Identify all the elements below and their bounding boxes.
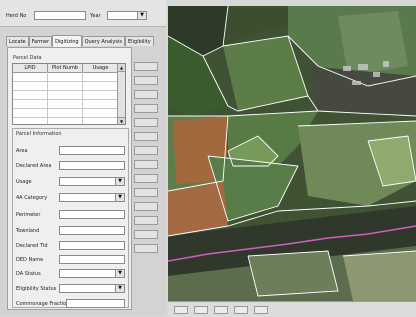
perimeter-field[interactable] <box>59 210 125 219</box>
townland-label: Townland <box>16 228 40 234</box>
chevron-down-icon[interactable]: ▼ <box>115 194 124 201</box>
chevron-down-icon[interactable]: ▼ <box>115 285 124 292</box>
column-header-lpid[interactable]: LPID <box>13 64 48 72</box>
column-header-usage[interactable]: Usage <box>83 64 119 72</box>
map-view[interactable] <box>168 6 416 301</box>
table-cell[interactable] <box>48 90 83 99</box>
left-panel: Herd No Year ▼ Locate Farmer Digitizing … <box>0 0 166 316</box>
declared-area-field[interactable] <box>59 161 125 170</box>
tool-button[interactable] <box>134 118 158 127</box>
table-cell[interactable] <box>83 99 119 108</box>
map-toolbar <box>168 301 416 317</box>
table-cell[interactable] <box>48 99 83 108</box>
table-cell[interactable] <box>83 117 119 124</box>
4a-category-label: 4A Category <box>16 195 48 201</box>
usage-label: Usage <box>16 179 32 185</box>
table-cell[interactable] <box>48 81 83 90</box>
year-select[interactable]: ▼ <box>107 11 147 20</box>
table-cell[interactable] <box>83 81 119 90</box>
tool-button[interactable] <box>134 188 158 197</box>
da-status-label: DA Status <box>16 271 41 277</box>
tool-button[interactable] <box>134 160 158 169</box>
tool-button[interactable] <box>134 146 158 155</box>
ded-name-label: DED Name <box>16 257 44 263</box>
table-cell[interactable] <box>13 72 48 81</box>
commonage-fraction-label: Commonage Fraction <box>16 301 70 307</box>
parcel-data-title: Parcel Data <box>13 55 42 61</box>
tab-farmer[interactable]: Farmer <box>28 36 53 46</box>
townland-field[interactable] <box>59 226 125 235</box>
identify-button[interactable] <box>254 306 268 314</box>
table-cell[interactable] <box>83 90 119 99</box>
table-cell[interactable] <box>48 108 83 117</box>
table-cell[interactable] <box>13 108 48 117</box>
eligibility-status-label: Eligibility Status <box>16 286 57 292</box>
table-cell[interactable] <box>13 81 48 90</box>
zoom-in-button[interactable] <box>174 306 188 314</box>
tab-eligibility[interactable]: Eligibility <box>124 36 154 46</box>
tab-bar: Locate Farmer Digitizing Query Analysis … <box>6 35 154 47</box>
herd-number-field[interactable] <box>34 11 86 20</box>
tool-button[interactable] <box>134 230 158 239</box>
tab-digitizing[interactable]: Digitizing <box>52 35 82 47</box>
pan-button[interactable] <box>214 306 228 314</box>
year-label: Year <box>90 13 101 19</box>
parcel-information-title: Parcel Information <box>16 131 62 137</box>
tool-button[interactable] <box>134 244 158 253</box>
column-header-plot-numb[interactable]: Plot Numb <box>48 64 83 72</box>
arrow-up-icon[interactable]: ▲ <box>118 64 125 72</box>
area-label: Area <box>16 148 28 154</box>
tool-button[interactable] <box>134 62 158 71</box>
tool-button[interactable] <box>134 90 158 99</box>
da-status-select[interactable]: ▼ <box>59 269 125 278</box>
tab-query-analysis[interactable]: Query Analysis <box>81 36 125 46</box>
tool-button[interactable] <box>134 104 158 113</box>
app-window: Herd No Year ▼ Locate Farmer Digitizing … <box>0 0 416 317</box>
table-cell[interactable] <box>83 72 119 81</box>
4a-category-select[interactable]: ▼ <box>59 193 125 202</box>
area-field[interactable] <box>59 146 125 155</box>
chevron-down-icon[interactable]: ▼ <box>115 270 124 277</box>
tool-button[interactable] <box>134 216 158 225</box>
ded-name-field[interactable] <box>59 255 125 264</box>
aerial-map[interactable] <box>168 6 416 301</box>
tool-button[interactable] <box>134 202 158 211</box>
chevron-down-icon[interactable]: ▼ <box>137 12 146 19</box>
usage-select[interactable]: ▼ <box>59 177 125 186</box>
table-cell[interactable] <box>48 117 83 124</box>
declared-tld-label: Declared Tld <box>16 243 48 249</box>
tool-button[interactable] <box>134 174 158 183</box>
table-scrollbar[interactable]: ▲ ▼ <box>117 64 125 124</box>
table-cell[interactable] <box>13 99 48 108</box>
table-cell[interactable] <box>13 90 48 99</box>
table-cell[interactable] <box>83 108 119 117</box>
chevron-down-icon[interactable]: ▼ <box>115 178 124 185</box>
arrow-down-icon[interactable]: ▼ <box>118 117 125 124</box>
commonage-fraction-field[interactable] <box>66 299 125 308</box>
declared-area-label: Declared Area <box>16 163 52 169</box>
full-extent-button[interactable] <box>234 306 248 314</box>
tab-locate[interactable]: Locate <box>6 36 29 46</box>
tool-button[interactable] <box>134 132 158 141</box>
table-row[interactable] <box>13 117 119 124</box>
eligibility-status-select[interactable]: ▼ <box>59 284 125 293</box>
table-cell[interactable] <box>48 72 83 81</box>
perimeter-label: Perimeter <box>16 212 41 218</box>
header-bar: Herd No Year ▼ <box>0 0 166 27</box>
declared-tld-field[interactable] <box>59 241 125 250</box>
zoom-out-button[interactable] <box>194 306 208 314</box>
herd-label: Herd No <box>6 13 27 19</box>
parcel-data-table[interactable]: LPID Plot Numb Usage ▲ ▼ <box>12 63 126 125</box>
table-cell[interactable] <box>13 117 48 124</box>
tool-button[interactable] <box>134 76 158 85</box>
